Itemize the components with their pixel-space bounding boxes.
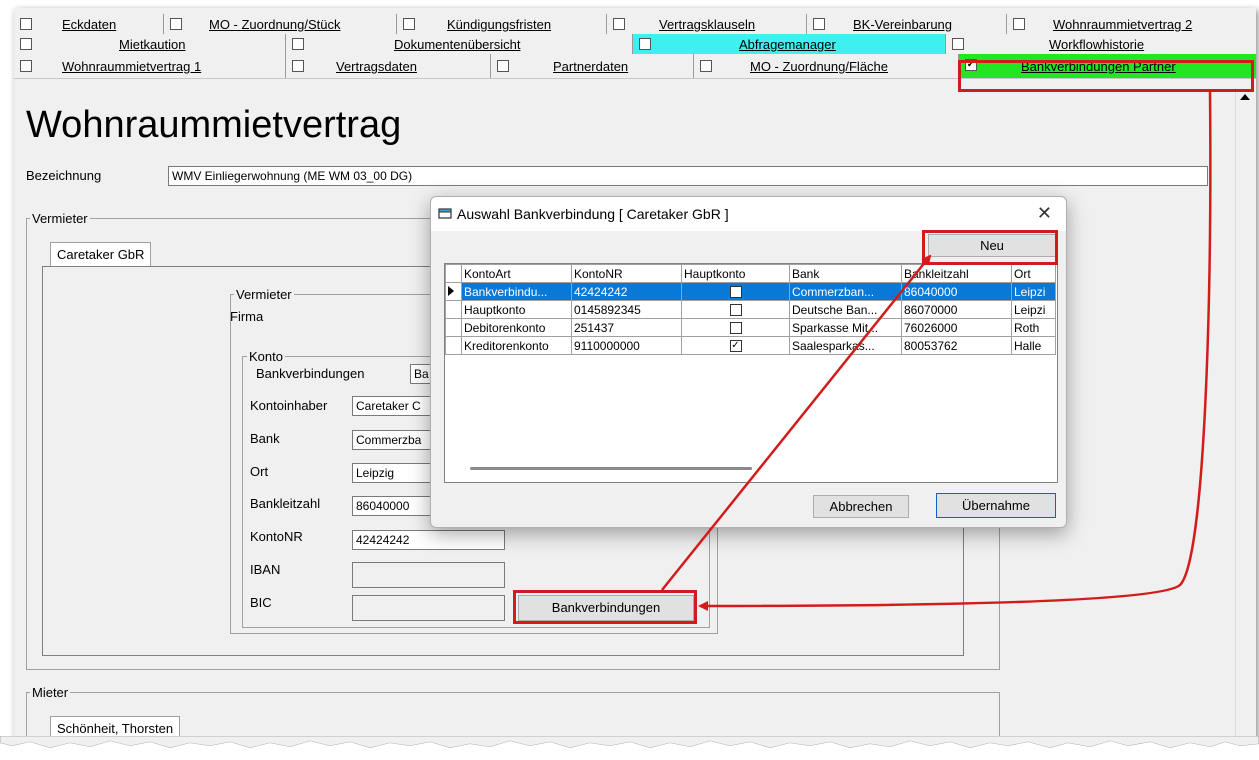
- arrow-button-to-neu: [661, 254, 932, 591]
- arrow-tab-to-button: [698, 91, 1212, 611]
- annotation-arrows: [661, 91, 1212, 611]
- torn-edge-decoration: [0, 736, 1259, 760]
